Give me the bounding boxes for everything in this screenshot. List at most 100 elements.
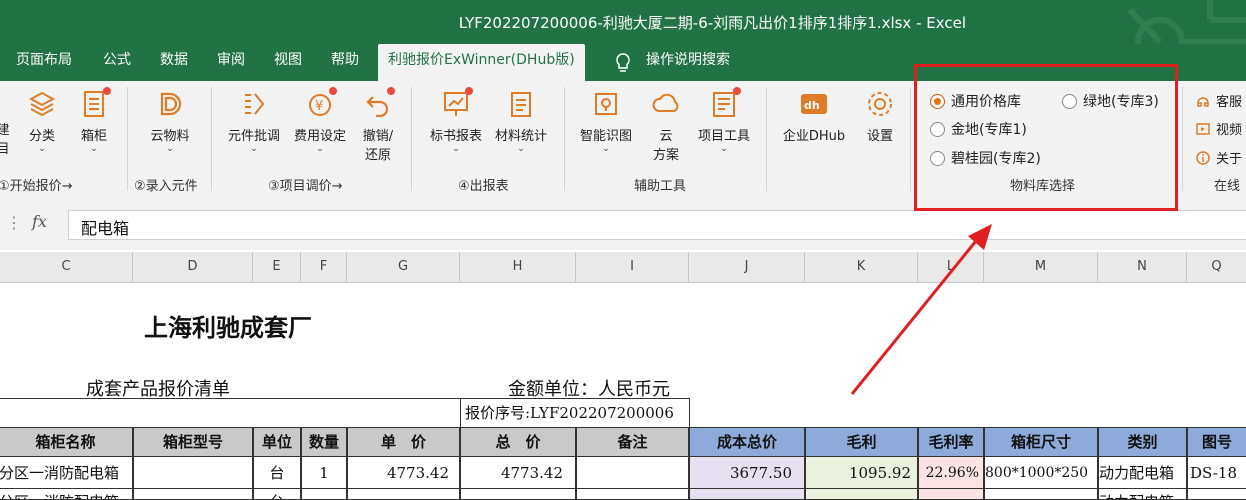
video-button[interactable]: 视频 [1196,119,1242,138]
table-cell[interactable]: 1095.92 [805,456,918,489]
quote-number-cell[interactable]: 报价序号:LYF202207200006 [460,398,690,428]
company-title[interactable]: 上海利驰成套厂 [144,308,312,343]
table-cell[interactable] [347,488,460,500]
column-header[interactable]: M [984,252,1098,282]
column-header[interactable]: I [576,252,689,282]
blank-cell[interactable] [0,398,462,428]
undo-icon [363,87,395,119]
table-cell[interactable] [689,488,805,500]
partial-button-label: 建 [0,123,10,138]
header-unit[interactable]: 单位 [253,427,301,457]
enterprise-dhub-button[interactable]: dh 企业DHub [778,89,850,144]
table-cell[interactable]: 台 [253,456,301,489]
tab-view[interactable]: 视图 [274,44,302,81]
tell-me-search[interactable]: 操作说明搜索 [646,44,730,81]
settings-button[interactable]: 设置 [860,89,900,144]
table-cell[interactable]: 800*1000*250 [984,456,1098,489]
tab-help[interactable]: 帮助 [331,44,359,81]
undo-label: 撤销/ [362,129,394,144]
table-cell[interactable]: 动力配电箱 [1098,488,1187,500]
table-cell[interactable] [576,456,689,489]
table-cell[interactable] [460,488,576,500]
batch-adjust-button[interactable]: 元件批调 ⌄ [222,89,286,154]
tab-formulas[interactable]: 公式 [103,44,131,81]
category-label: 分类 [28,129,55,144]
info-icon [1196,150,1210,165]
table-cell[interactable] [805,488,918,500]
table-cell[interactable] [133,488,253,500]
fx-icon[interactable]: fx [32,212,47,231]
header-remarks[interactable]: 备注 [576,427,689,457]
group-separator [564,87,565,191]
header-quantity[interactable]: 数量 [301,427,347,457]
table-cell[interactable]: 4773.42 [347,456,460,489]
cloud-material-button[interactable]: 云物料 ⌄ [144,89,196,154]
project-tool-button[interactable]: 项目工具 ⌄ [692,87,756,154]
gear-icon [865,89,895,119]
about-button[interactable]: 关于 [1196,148,1242,167]
header-gross-margin[interactable]: 毛利率 [918,427,984,457]
fee-setting-button[interactable]: ¥ 费用设定 ⌄ [289,87,351,154]
table-cell[interactable]: 台 [253,488,301,500]
header-unit-price[interactable]: 单 价 [347,427,460,457]
tab-review[interactable]: 审阅 [217,44,245,81]
header-cabinet-size[interactable]: 箱柜尺寸 [984,427,1098,457]
column-header[interactable]: J [689,252,805,282]
batch-adjust-icon [239,89,269,119]
cloud-material-label: 云物料 [150,129,190,144]
bid-report-button[interactable]: 标书报表 ⌄ [424,87,488,154]
material-stats-button[interactable]: 材料统计 ⌄ [490,89,552,154]
table-cell[interactable] [133,456,253,489]
table-cell[interactable]: 22.96% [918,456,984,489]
recognize-icon [591,89,621,119]
column-header[interactable]: N [1098,252,1187,282]
chevron-down-icon: ⌄ [250,144,258,154]
highlight-box [914,64,1178,211]
cabinet-icon [79,87,111,119]
customer-service-button[interactable]: 客服 [1196,91,1242,110]
table-cell[interactable] [301,488,347,500]
table-cell[interactable]: 3677.50 [689,456,805,489]
chevron-down-icon: ⌄ [38,144,46,154]
cloud-scheme-label: 云 [659,129,673,144]
category-button[interactable]: 分类 ⌄ [22,89,62,154]
column-header[interactable]: F [301,252,347,282]
table-cell[interactable]: 4773.42 [460,456,576,489]
table-cell[interactable]: 分区一消防配电箱 [0,488,133,500]
table-cell[interactable] [1187,488,1246,500]
header-total-price[interactable]: 总 价 [460,427,576,457]
column-header[interactable]: E [253,252,301,282]
cloud-scheme-button[interactable]: 云 方案 [646,89,686,163]
table-cell[interactable]: 动力配电箱 [1098,456,1187,489]
header-drawing-no[interactable]: 图号 [1187,427,1246,457]
about-label: 关于 [1216,152,1243,167]
partial-button[interactable]: 建 目 [0,89,10,157]
column-header[interactable]: G [347,252,460,282]
header-gross-profit[interactable]: 毛利 [805,427,918,457]
cabinet-button[interactable]: 箱柜 ⌄ [74,87,114,154]
smart-recognize-button[interactable]: 智能识图 ⌄ [574,89,638,154]
undo-redo-button[interactable]: 撤销/ 还原 [354,87,402,163]
header-cabinet-name[interactable]: 箱柜名称 [0,427,133,457]
table-cell[interactable] [576,488,689,500]
table-cell[interactable] [918,488,984,500]
project-tool-icon [709,87,741,119]
table-cell[interactable]: 分区一消防配电箱 [0,456,133,489]
tab-data[interactable]: 数据 [160,44,188,81]
column-header[interactable]: D [133,252,253,282]
table-cell[interactable]: 1 [301,456,347,489]
column-header[interactable]: C [0,252,133,282]
header-cabinet-model[interactable]: 箱柜型号 [133,427,253,457]
cloud-scheme-label2: 方案 [652,148,679,163]
tab-exwinner[interactable]: 利驰报价ExWinner(DHub版) [378,44,585,81]
tab-page-layout[interactable]: 页面布局 [16,44,72,81]
column-header[interactable]: H [460,252,576,282]
table-cell[interactable] [984,488,1098,500]
header-cost-total[interactable]: 成本总价 [689,427,805,457]
formula-input[interactable]: 配电箱 [68,210,1246,240]
header-category[interactable]: 类别 [1098,427,1187,457]
column-header[interactable]: Q [1187,252,1246,282]
table-cell[interactable]: DS-18 [1187,456,1246,489]
chevron-down-icon: ⌄ [602,144,610,154]
video-label: 视频 [1216,123,1243,138]
